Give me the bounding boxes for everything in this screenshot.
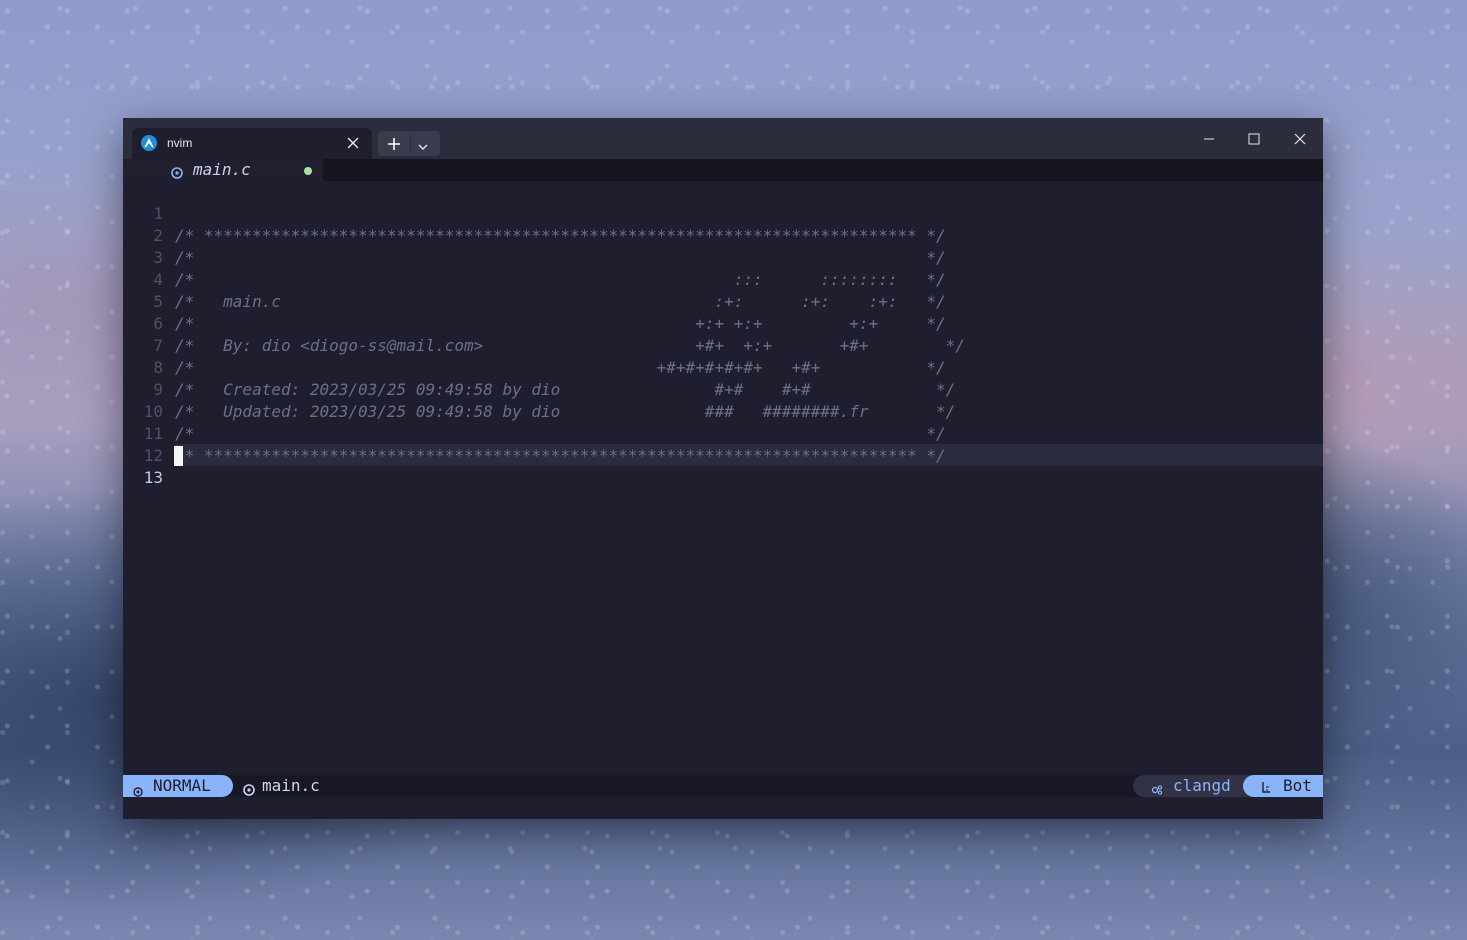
statusline: NORMAL main.c clangd Bot (123, 775, 1323, 797)
new-tab-group (378, 131, 440, 156)
code-line[interactable]: 5 /* +:+ +:+ +:+ */ (123, 269, 1323, 333)
mode-label: NORMAL (153, 776, 211, 795)
c-file-icon (171, 164, 183, 179)
line-position-icon (1260, 779, 1272, 793)
code-line[interactable]: 10 /* */ (123, 379, 1323, 443)
maximize-icon[interactable] (1246, 131, 1262, 147)
buffer-name: main.c (193, 160, 251, 179)
c-file-icon (243, 780, 255, 796)
code-line[interactable]: 11 /* **********************************… (123, 401, 1323, 465)
new-tab-divider (410, 135, 411, 152)
modified-indicator (304, 167, 312, 175)
mode-circle-icon (133, 781, 143, 797)
editor-area[interactable]: 1 /* ***********************************… (123, 181, 1323, 775)
tab-nvim[interactable]: nvim (132, 128, 372, 159)
title-bar[interactable]: nvim (123, 118, 1323, 159)
arch-linux-icon (141, 135, 157, 151)
code-line[interactable]: 6 /* By: dio <diogo-ss@mail.com> +#+ +:+… (123, 291, 1323, 355)
code-line[interactable]: 4 /* main.c :+: :+: :+: */ (123, 247, 1323, 311)
close-window-icon[interactable] (1292, 131, 1308, 147)
lsp-name: clangd (1173, 776, 1231, 795)
terminal-window: nvim main.c 1 /* ***********************… (123, 118, 1323, 819)
line-number-current: 13 (143, 468, 163, 487)
text-cursor (174, 446, 183, 466)
code-line[interactable]: 8 /* Created: 2023/03/25 09:49:58 by dio… (123, 335, 1323, 399)
code-line[interactable]: 7 /* +#+#+#+#+#+ +#+ */ (123, 313, 1323, 377)
position-indicator: Bot (1243, 775, 1323, 797)
code-line-current[interactable]: 13 (123, 445, 1323, 487)
statusline-filename: main.c (262, 776, 320, 795)
minimize-icon[interactable] (1201, 131, 1217, 147)
code-line[interactable]: 9 /* Updated: 2023/03/25 09:49:58 by dio… (123, 357, 1323, 421)
position-label: Bot (1283, 776, 1312, 795)
gear-icon (1151, 780, 1163, 795)
tab-close-icon[interactable] (346, 135, 360, 149)
bufferline: main.c (123, 159, 1323, 181)
command-line[interactable] (123, 797, 1323, 819)
mode-indicator: NORMAL (123, 775, 233, 797)
tab-title: nvim (167, 136, 193, 150)
code-line[interactable]: 12 (123, 423, 1323, 465)
code-line[interactable]: 1 /* ***********************************… (123, 181, 1323, 245)
new-tab-plus-icon[interactable] (387, 136, 401, 150)
chevron-down-icon[interactable] (417, 138, 429, 150)
code-line[interactable]: 3 /* ::: :::::::: */ (123, 225, 1323, 289)
code-line[interactable]: 2 /* */ (123, 203, 1323, 267)
buffer-tab-main-c[interactable]: main.c (123, 159, 323, 181)
lsp-status: clangd (1133, 775, 1253, 797)
